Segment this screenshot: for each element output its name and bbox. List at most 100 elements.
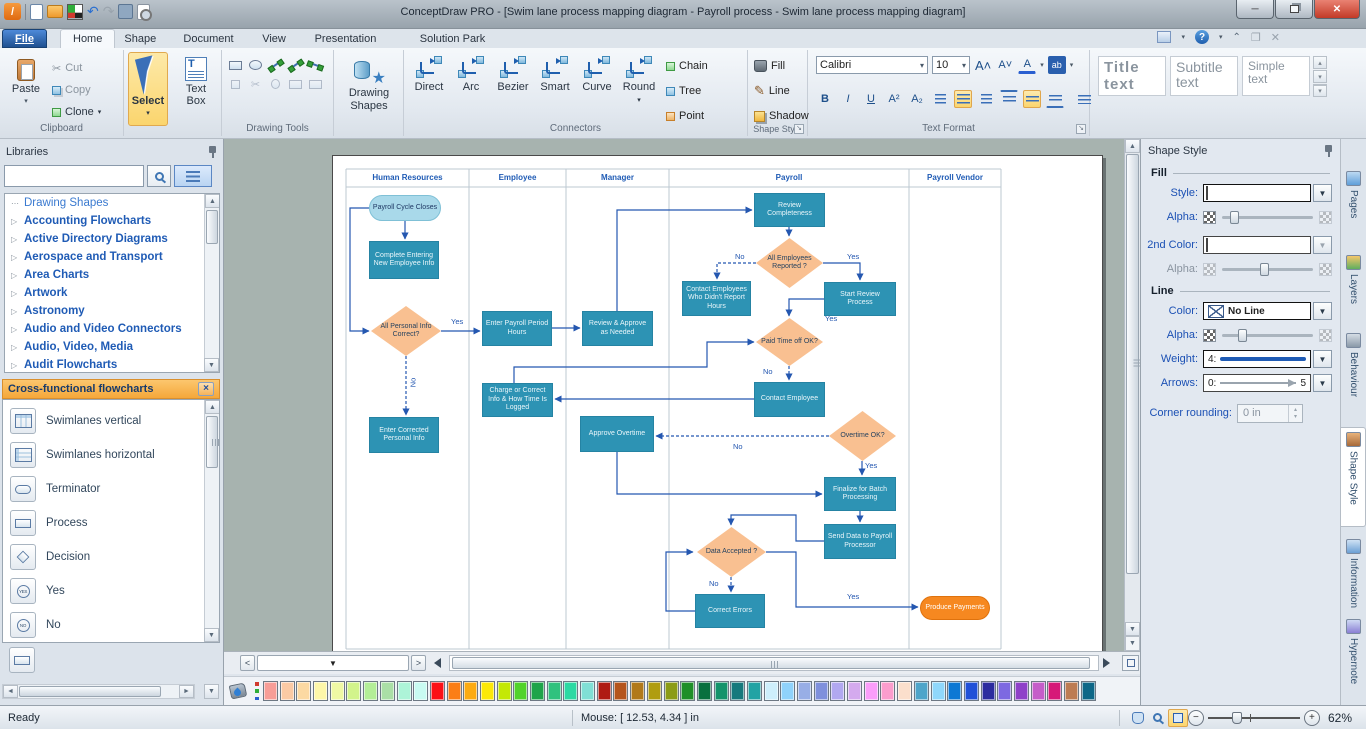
subscript-button[interactable]: A₂ xyxy=(908,90,926,108)
palette-swatch[interactable] xyxy=(263,681,278,701)
shape-item-yes[interactable]: YESYes xyxy=(3,574,219,608)
line-color-dropdown[interactable]: ▼ xyxy=(1313,302,1332,320)
shape-list-scrollbar[interactable]: ▲ ▼ xyxy=(204,400,219,642)
align-right-button[interactable] xyxy=(977,90,995,108)
fill-style-dropdown[interactable]: ▼ xyxy=(1313,184,1332,202)
palette-swatch[interactable] xyxy=(864,681,879,701)
shape-item-no[interactable]: NONo xyxy=(3,608,219,642)
pan-tool-icon[interactable] xyxy=(1128,709,1148,727)
palette-swatch[interactable] xyxy=(380,681,395,701)
valign-bottom-button[interactable] xyxy=(1046,90,1064,108)
arc-connector-button[interactable]: Arc xyxy=(450,50,492,104)
shape-item-decision[interactable]: Decision xyxy=(3,540,219,574)
text-box-button[interactable]: T Text Box xyxy=(174,52,218,126)
palette-swatch[interactable] xyxy=(346,681,361,701)
cut-path-icon[interactable]: ✂ xyxy=(246,75,265,93)
expander-icon[interactable]: ▷ xyxy=(11,289,19,298)
flow-node-review-completeness[interactable]: Review Completeness xyxy=(754,193,825,227)
palette-swatch[interactable] xyxy=(1047,681,1062,701)
smart-connector-button[interactable]: Smart xyxy=(534,50,576,104)
align-center-button[interactable] xyxy=(954,90,972,108)
palette-swatch[interactable] xyxy=(330,681,345,701)
shape-item-process[interactable]: Process xyxy=(3,506,219,540)
palette-swatch[interactable] xyxy=(296,681,311,701)
flow-node-complete-entering-info[interactable]: Complete Entering New Employee Info xyxy=(369,241,439,279)
close-button[interactable]: ✕ xyxy=(1314,0,1360,19)
expander-icon[interactable]: ▷ xyxy=(11,325,19,334)
flow-connector[interactable] xyxy=(717,263,756,279)
tree-view-button[interactable] xyxy=(174,165,212,187)
fill-style-swatch[interactable] xyxy=(1203,184,1311,202)
gallery-down-icon[interactable]: ▾ xyxy=(1313,70,1327,83)
doc-restore-icon[interactable]: ❐ xyxy=(1251,31,1261,44)
flow-node-correct-errors[interactable]: Correct Errors xyxy=(695,594,765,628)
palette-swatch[interactable] xyxy=(997,681,1012,701)
side-tab-information[interactable]: Information xyxy=(1341,535,1366,627)
shape-style-dialog-launcher[interactable]: ↘ xyxy=(794,124,804,134)
canvas-hscrollbar[interactable] xyxy=(449,655,1099,671)
clone-button[interactable]: Clone▾ xyxy=(52,102,101,122)
italic-button[interactable]: I xyxy=(839,90,857,108)
fit-page-corner-button[interactable] xyxy=(1122,655,1139,671)
polyline-tool-icon[interactable] xyxy=(306,56,325,74)
font-name-combo[interactable]: Calibri▾ xyxy=(816,56,928,74)
palette-swatch[interactable] xyxy=(747,681,762,701)
tab-shape[interactable]: Shape xyxy=(112,29,168,48)
palette-swatch[interactable] xyxy=(847,681,862,701)
line-weight-combo[interactable]: 4: xyxy=(1203,350,1311,368)
flow-connector[interactable] xyxy=(789,299,824,316)
prev-page-button[interactable]: < xyxy=(240,655,255,671)
library-hscrollbar[interactable]: ◄ ► xyxy=(2,684,195,699)
library-vscroll-down[interactable]: ▼ xyxy=(204,684,219,699)
palette-swatch[interactable] xyxy=(647,681,662,701)
hscroll-left-icon[interactable] xyxy=(434,658,441,668)
palette-swatch[interactable] xyxy=(497,681,512,701)
hscroll-right-icon[interactable] xyxy=(1103,658,1110,668)
palette-swatch[interactable] xyxy=(413,681,428,701)
fill-alpha-slider[interactable] xyxy=(1222,216,1313,219)
tree-button[interactable]: Tree xyxy=(666,81,708,101)
palette-swatch[interactable] xyxy=(1031,681,1046,701)
paste-button[interactable]: Paste▾ xyxy=(6,54,46,106)
palette-swatch[interactable] xyxy=(1081,681,1096,701)
restore-button[interactable] xyxy=(1275,0,1313,19)
second-color-swatch[interactable] xyxy=(1203,236,1311,254)
palette-swatch[interactable] xyxy=(313,681,328,701)
direct-connector-button[interactable]: Direct xyxy=(408,50,450,104)
expander-icon[interactable]: ▷ xyxy=(11,235,19,244)
line-tool-icon[interactable] xyxy=(266,56,285,74)
library-search-input[interactable] xyxy=(4,165,144,187)
gallery-expand-icon[interactable]: ▾ xyxy=(1313,84,1327,97)
flow-connector[interactable] xyxy=(666,552,695,611)
tab-home[interactable]: Home xyxy=(60,29,115,48)
align-left-button[interactable] xyxy=(931,90,949,108)
flyout-close-icon[interactable]: × xyxy=(198,382,214,396)
library-item-audit-flowcharts[interactable]: ▷Audit Flowcharts xyxy=(5,356,219,373)
help-icon[interactable]: ? xyxy=(1195,30,1209,44)
palette-swatch[interactable] xyxy=(780,681,795,701)
shape-style-pin-icon[interactable] xyxy=(1324,145,1333,157)
drawing-shapes-button[interactable]: ★ Drawing Shapes xyxy=(338,54,400,113)
palette-swatch[interactable] xyxy=(664,681,679,701)
palette-swatch[interactable] xyxy=(814,681,829,701)
gallery-up-icon[interactable]: ▴ xyxy=(1313,56,1327,69)
tab-presentation[interactable]: Presentation xyxy=(303,29,389,48)
palette-swatch[interactable] xyxy=(914,681,929,701)
flow-connector[interactable] xyxy=(350,208,369,331)
palette-swatch[interactable] xyxy=(630,681,645,701)
shape-item-partial[interactable] xyxy=(9,647,35,673)
library-item-accounting-flowcharts[interactable]: ▷Accounting Flowcharts xyxy=(5,212,219,230)
flow-node-enter-payroll-hours[interactable]: Enter Payroll Period Hours xyxy=(482,311,552,346)
tab-file[interactable]: File xyxy=(2,29,47,48)
search-button[interactable] xyxy=(147,165,171,187)
library-item-aerospace-and-transport[interactable]: ▷Aerospace and Transport xyxy=(5,248,219,266)
bold-button[interactable]: B xyxy=(816,90,834,108)
pin-icon[interactable] xyxy=(208,146,217,158)
collapse-ribbon-icon[interactable]: ⌃ xyxy=(1233,32,1241,43)
library-item-drawing-shapes[interactable]: ⋯Drawing Shapes xyxy=(5,194,219,212)
palette-swatch[interactable] xyxy=(363,681,378,701)
flow-node-review-approve-as-needed[interactable]: Review & Approve as Needed xyxy=(582,311,653,346)
diagram-page[interactable]: Human ResourcesEmployeeManagerPayrollPay… xyxy=(332,155,1103,651)
subtitle-text-style[interactable]: Subtitle text xyxy=(1170,56,1238,96)
flow-node-approve-overtime[interactable]: Approve Overtime xyxy=(580,416,654,452)
